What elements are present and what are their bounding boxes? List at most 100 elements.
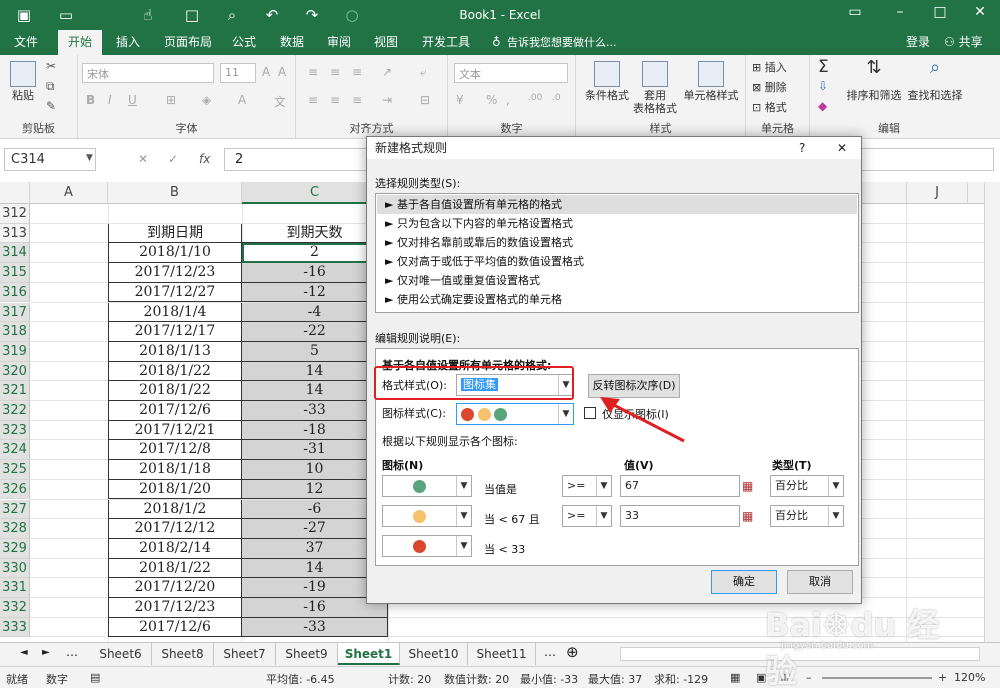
rule-type-item[interactable]: ► 仅对高于或低于平均值的数值设置格式 — [377, 252, 857, 271]
maximize-icon[interactable]: □ — [925, 4, 955, 20]
tab-insert[interactable]: 插入 — [116, 35, 140, 50]
date-cell[interactable]: 2018/1/2 — [108, 499, 242, 520]
date-cell[interactable]: 2018/1/10 — [108, 243, 242, 264]
increase-decimal-icon[interactable]: .00 — [528, 93, 542, 103]
row-header[interactable]: 331 — [0, 578, 30, 598]
date-cell[interactable]: 2017/12/17 — [108, 322, 242, 342]
dialog-close-icon[interactable]: ✕ — [837, 137, 847, 159]
grow-font-icon[interactable]: A — [262, 65, 270, 79]
orientation-icon[interactable]: ↗ — [382, 65, 392, 79]
font-color-icon[interactable]: A — [238, 93, 246, 107]
date-cell[interactable]: 2017/12/21 — [108, 420, 242, 441]
sheet-tab-sheet10[interactable]: Sheet10 — [400, 643, 468, 665]
show-icon-only-checkbox[interactable] — [584, 407, 596, 419]
more-sheets-icon[interactable]: … — [66, 645, 78, 659]
icon-select-1[interactable]: ▼ — [382, 475, 472, 497]
name-box-dropdown-icon[interactable]: ▼ — [86, 153, 93, 163]
date-cell[interactable]: 2018/1/13 — [108, 341, 242, 362]
indent-icon[interactable]: ⇥ — [382, 93, 392, 107]
align-right-icon[interactable]: ≡ — [352, 93, 362, 107]
cell-styles-button[interactable]: 单元格样式 — [680, 61, 742, 102]
format-as-table-button[interactable]: 套用 表格格式 — [632, 61, 678, 115]
next-sheet-icon[interactable]: ► — [42, 647, 50, 658]
tab-home[interactable]: 开始 — [58, 30, 103, 55]
tab-view[interactable]: 视图 — [374, 35, 398, 50]
header-cell-date[interactable]: 到期日期 — [108, 223, 242, 244]
row-header[interactable]: 324 — [0, 440, 30, 461]
paste-button[interactable]: 粘贴 — [6, 61, 40, 102]
row-header[interactable]: 320 — [0, 361, 30, 382]
operator-select-1[interactable]: >= ▼ — [562, 475, 612, 497]
row-header[interactable]: 329 — [0, 538, 30, 559]
align-bottom-icon[interactable]: ≡ — [352, 65, 362, 79]
range-picker-icon[interactable]: ▦ — [742, 479, 753, 493]
align-middle-icon[interactable]: ≡ — [330, 65, 340, 79]
name-box[interactable]: C314 — [4, 148, 96, 171]
vertical-scrollbar[interactable] — [984, 182, 1000, 642]
cancel-entry-icon[interactable]: ✕ — [138, 152, 148, 166]
zoom-level[interactable]: 120% — [954, 671, 985, 684]
bold-icon[interactable]: B — [86, 93, 95, 107]
fill-icon[interactable]: ⇩ — [818, 79, 828, 93]
percent-icon[interactable]: % — [486, 93, 497, 107]
copy-icon[interactable]: ⧉ — [46, 79, 55, 94]
number-format-box[interactable]: 文本 — [454, 63, 568, 83]
insert-cells-button[interactable]: ⊞ 插入 — [752, 59, 787, 75]
row-header[interactable]: 326 — [0, 479, 30, 500]
row-header[interactable]: 318 — [0, 322, 30, 342]
currency-icon[interactable]: ¥ — [456, 93, 464, 107]
row-header[interactable]: 322 — [0, 401, 30, 421]
select-all-corner[interactable] — [0, 182, 30, 204]
share-button[interactable]: ⚇ 共享 — [944, 35, 983, 50]
row-header[interactable]: 328 — [0, 519, 30, 539]
autosum-icon[interactable]: Σ — [818, 57, 829, 77]
underline-icon[interactable]: U — [128, 93, 137, 107]
format-cells-button[interactable]: ⊡ 格式 — [752, 99, 787, 115]
date-cell[interactable]: 2018/1/22 — [108, 361, 242, 382]
confirm-entry-icon[interactable]: ✓ — [168, 152, 178, 166]
cancel-button[interactable]: 取消 — [787, 570, 853, 594]
date-cell[interactable]: 2018/1/4 — [108, 302, 242, 323]
column-header-a[interactable]: A — [30, 182, 108, 204]
date-cell[interactable]: 2017/12/8 — [108, 440, 242, 461]
days-cell[interactable]: -33 — [242, 617, 388, 638]
phonetic-icon[interactable]: 文 — [274, 93, 286, 110]
minimize-icon[interactable]: – — [885, 4, 915, 20]
type-select-1[interactable]: 百分比 ▼ — [770, 475, 844, 497]
italic-icon[interactable]: I — [108, 93, 112, 107]
tab-formulas[interactable]: 公式 — [232, 35, 256, 50]
format-painter-icon[interactable]: ✎ — [46, 99, 56, 113]
rule-type-item[interactable]: ► 仅对唯一值或重复值设置格式 — [377, 271, 857, 290]
date-cell[interactable]: 2018/2/14 — [108, 538, 242, 559]
close-icon[interactable]: ✕ — [965, 4, 995, 20]
row-header[interactable]: 319 — [0, 341, 30, 362]
type-select-2[interactable]: 百分比 ▼ — [770, 505, 844, 527]
tab-review[interactable]: 审阅 — [327, 35, 351, 50]
decrease-decimal-icon[interactable]: .0 — [552, 93, 561, 103]
value-input-1[interactable]: 67 — [620, 475, 740, 497]
delete-cells-button[interactable]: ⊠ 删除 — [752, 79, 787, 95]
row-header[interactable]: 330 — [0, 558, 30, 579]
row-header[interactable]: 313 — [0, 223, 30, 244]
row-header[interactable]: 327 — [0, 499, 30, 520]
macro-record-icon[interactable]: ▤ — [90, 671, 100, 684]
value-input-2[interactable]: 33 — [620, 505, 740, 527]
border-icon[interactable]: ⊞ — [166, 93, 176, 107]
merge-icon[interactable]: ⊟ — [420, 93, 430, 107]
date-cell[interactable]: 2017/12/23 — [108, 263, 242, 283]
rule-type-list[interactable]: ► 基于各自值设置所有单元格的格式 ► 只为包含以下内容的单元格设置格式 ► 仅… — [375, 193, 859, 313]
icon-style-select[interactable]: ▼ — [456, 403, 574, 425]
row-header[interactable]: 314 — [0, 243, 30, 264]
row-header[interactable]: 333 — [0, 617, 30, 638]
rule-type-item[interactable]: ► 使用公式确定要设置格式的单元格 — [377, 290, 857, 309]
align-top-icon[interactable]: ≡ — [308, 65, 318, 79]
row-header[interactable]: 315 — [0, 263, 30, 283]
sheet-tab-sheet11[interactable]: Sheet11 — [468, 643, 536, 665]
row-header[interactable]: 321 — [0, 381, 30, 401]
cut-icon[interactable]: ✂ — [46, 59, 56, 73]
fill-color-icon[interactable]: ◈ — [202, 93, 211, 107]
operator-select-2[interactable]: >= ▼ — [562, 505, 612, 527]
row-header[interactable]: 325 — [0, 460, 30, 480]
align-center-icon[interactable]: ≡ — [330, 93, 340, 107]
find-select-button[interactable]: ⌕ 查找和选择 — [904, 59, 966, 103]
